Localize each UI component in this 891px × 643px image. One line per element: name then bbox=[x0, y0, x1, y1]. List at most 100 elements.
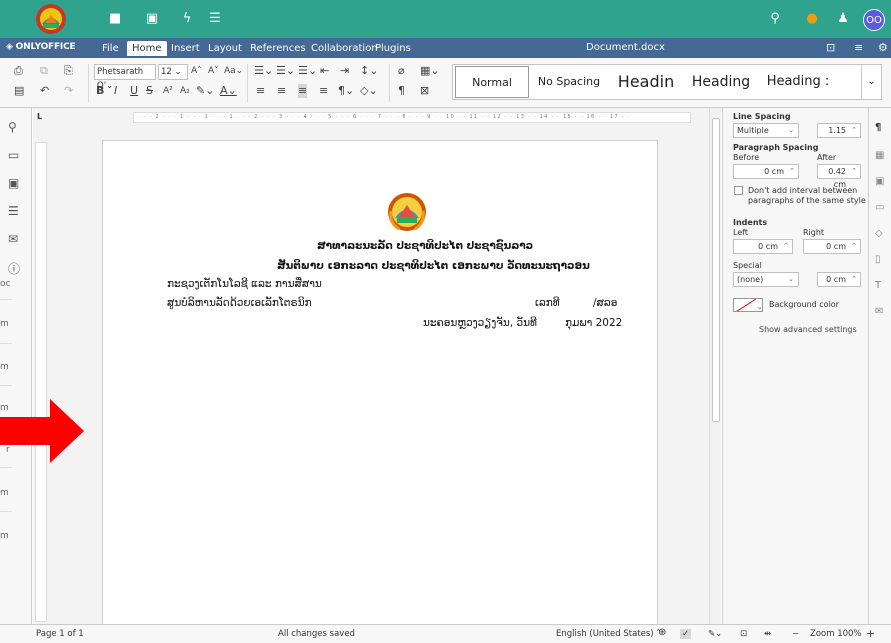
align-center-icon[interactable]: ≡ bbox=[277, 84, 286, 98]
tab-plugins[interactable]: Plugins bbox=[370, 41, 416, 56]
line-spacing-value-input[interactable]: 1.15 ⌃ bbox=[817, 123, 861, 138]
line-spacing-icon[interactable]: ↕⌄ bbox=[360, 64, 378, 78]
decrease-indent-icon[interactable]: ⇤ bbox=[320, 64, 329, 78]
document-page[interactable]: ສາທາລະນະລັດ ປະຊາທິປະໄຕ ປະຊາຊົນລາວ ສັນຕິພ… bbox=[102, 140, 658, 624]
font-name-select[interactable]: Phetsarath O'⌄ bbox=[94, 64, 156, 91]
style-heading-3[interactable]: Heading : bbox=[759, 65, 837, 99]
background-color-picker[interactable]: ⌄ bbox=[733, 298, 763, 312]
tab-references[interactable]: References bbox=[245, 41, 311, 56]
zoom-out-icon[interactable]: − bbox=[792, 629, 799, 639]
paragraph-settings-tab-icon[interactable]: ¶ bbox=[875, 122, 881, 133]
track-changes-icon[interactable]: ✎⌄ bbox=[708, 629, 722, 639]
style-normal[interactable]: Normal bbox=[455, 66, 529, 98]
list-icon[interactable]: ☰ bbox=[206, 10, 224, 28]
horizontal-ruler[interactable]: · · · 2 · · · 1 · · · 1 · · · 1 · · · 2 … bbox=[133, 112, 691, 123]
font-size-select[interactable]: 12 ⌄ bbox=[158, 64, 188, 80]
style-heading-2[interactable]: Heading bbox=[685, 65, 757, 99]
increase-indent-icon[interactable]: ⇥ bbox=[340, 64, 349, 78]
show-advanced-settings-link[interactable]: Show advanced settings bbox=[759, 325, 857, 334]
underline-icon[interactable]: U bbox=[130, 84, 138, 98]
highlight-icon[interactable]: ✎⌄ bbox=[196, 84, 214, 98]
shape-settings-tab-icon[interactable]: ◇ bbox=[875, 228, 883, 239]
scrollbar-thumb[interactable] bbox=[712, 118, 720, 422]
nonprinting-icon[interactable]: ¶ bbox=[398, 84, 405, 98]
styles-expand-icon[interactable]: ⌄ bbox=[861, 65, 881, 99]
copy-style-icon[interactable]: ⌀ bbox=[398, 64, 405, 78]
multilevel-icon[interactable]: ☰⌄ bbox=[298, 64, 317, 78]
dont-add-interval-checkbox[interactable] bbox=[734, 186, 743, 195]
comments-icon[interactable]: ▭ bbox=[8, 148, 19, 162]
mail-merge-tab-icon[interactable]: ✉ bbox=[875, 306, 883, 317]
image-settings-tab-icon[interactable]: ▣ bbox=[875, 176, 884, 187]
tab-insert[interactable]: Insert bbox=[166, 41, 205, 56]
fit-width-icon[interactable]: ⇹ bbox=[764, 629, 771, 639]
font-color-icon[interactable]: A⌄ bbox=[220, 84, 237, 98]
zoom-level[interactable]: Zoom 100% bbox=[810, 629, 862, 639]
bell-icon[interactable]: ● bbox=[803, 10, 821, 28]
indent-right-input[interactable]: 0 cm ⌃ bbox=[803, 239, 861, 254]
redo-icon[interactable]: ↷ bbox=[64, 84, 73, 98]
search-icon[interactable]: ⚲ bbox=[766, 10, 784, 28]
superscript-icon[interactable]: A² bbox=[163, 84, 173, 98]
search-icon[interactable]: ⚲ bbox=[8, 120, 17, 134]
zoom-in-icon[interactable]: + bbox=[866, 627, 875, 640]
style-heading-1[interactable]: Headin bbox=[609, 65, 683, 99]
image-icon[interactable]: ▣ bbox=[143, 10, 161, 28]
tab-home[interactable]: Home bbox=[127, 41, 167, 56]
special-indent-amount-input[interactable]: 0 cm ⌃ bbox=[817, 272, 861, 287]
special-indent-select[interactable]: (none) ⌄ bbox=[733, 272, 799, 287]
paste-icon[interactable]: ⎘ bbox=[64, 64, 73, 78]
globe-icon[interactable]: ⊕ bbox=[658, 627, 666, 638]
tab-stop-selector[interactable]: L bbox=[37, 112, 47, 122]
justify-icon[interactable]: ≡ bbox=[319, 84, 328, 98]
increase-font-icon[interactable]: A˄ bbox=[191, 64, 202, 78]
clear-style-icon[interactable]: ⊠ bbox=[420, 84, 429, 98]
copy-icon[interactable]: ⧉ bbox=[40, 64, 48, 78]
language-select[interactable]: English (United States) ˄ bbox=[556, 629, 661, 639]
page-count[interactable]: Page 1 of 1 bbox=[36, 629, 84, 639]
align-left-icon[interactable]: ≡ bbox=[256, 84, 265, 98]
tab-layout[interactable]: Layout bbox=[203, 41, 247, 56]
user-add-icon[interactable]: ♟ bbox=[834, 10, 852, 28]
print-icon[interactable]: ⎙ bbox=[14, 64, 23, 78]
avatar[interactable]: OO bbox=[863, 9, 885, 31]
bolt-icon[interactable]: ϟ bbox=[178, 10, 196, 28]
tab-file[interactable]: File bbox=[97, 41, 124, 56]
decrease-font-icon[interactable]: A˅ bbox=[208, 64, 219, 78]
vertical-ruler[interactable] bbox=[35, 142, 47, 622]
subscript-icon[interactable]: A₂ bbox=[180, 84, 190, 98]
undo-icon[interactable]: ↶ bbox=[40, 84, 49, 98]
text-art-tab-icon[interactable]: T bbox=[875, 280, 881, 291]
paragraph-marks-icon[interactable]: ¶⌄ bbox=[338, 84, 354, 98]
font-size-value: 12 bbox=[161, 67, 172, 77]
chart-settings-tab-icon[interactable]: ▯ bbox=[875, 254, 881, 265]
vertical-scrollbar[interactable] bbox=[709, 108, 721, 624]
header-footer-tab-icon[interactable]: ▭ bbox=[875, 202, 884, 213]
color-scheme-icon[interactable]: ▦⌄ bbox=[420, 64, 440, 78]
navigation-icon[interactable]: ☰ bbox=[8, 204, 19, 218]
strikethrough-icon[interactable]: S bbox=[146, 84, 153, 98]
open-location-icon[interactable]: ⊡ bbox=[826, 41, 835, 54]
italic-icon[interactable]: I bbox=[114, 84, 117, 98]
align-right-icon[interactable]: ≡ bbox=[298, 84, 308, 98]
bold-icon[interactable]: B bbox=[96, 84, 104, 98]
indent-left-input[interactable]: 0 cm ⌃ bbox=[733, 239, 793, 254]
spacing-after-input[interactable]: 0.42 cm ⌃ bbox=[817, 164, 861, 189]
fit-page-icon[interactable]: ⊡ bbox=[740, 629, 747, 639]
numbering-icon[interactable]: ☰⌄ bbox=[276, 64, 295, 78]
table-settings-tab-icon[interactable]: ▦ bbox=[875, 150, 884, 161]
document-area[interactable]: L · · · 2 · · · 1 · · · 1 · · · 1 · · · … bbox=[33, 108, 721, 624]
folder-icon[interactable]: ■ bbox=[106, 10, 124, 28]
bullets-icon[interactable]: ☰⌄ bbox=[254, 64, 273, 78]
style-no-spacing[interactable]: No Spacing bbox=[531, 65, 607, 99]
feedback-icon[interactable]: ✉ bbox=[8, 232, 18, 246]
chat-icon[interactable]: ▣ bbox=[8, 176, 19, 190]
spacing-before-input[interactable]: 0 cm ⌃ bbox=[733, 164, 799, 179]
settings-icon[interactable]: ⚙ bbox=[878, 41, 888, 54]
shading-icon[interactable]: ◇⌄ bbox=[360, 84, 378, 98]
spellcheck-icon[interactable]: ✓ bbox=[680, 629, 692, 639]
menu-icon[interactable]: ≡ bbox=[854, 41, 863, 54]
save-icon[interactable]: ▤ bbox=[14, 84, 24, 98]
line-spacing-type-select[interactable]: Multiple ⌄ bbox=[733, 123, 799, 138]
change-case-icon[interactable]: Aa⌄ bbox=[224, 64, 243, 78]
